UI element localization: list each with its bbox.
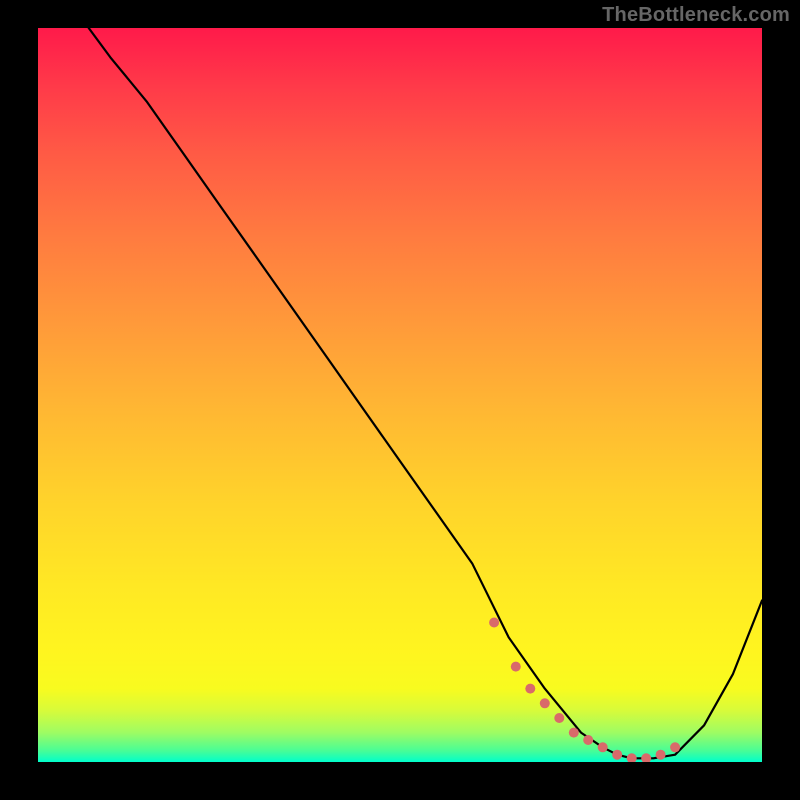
chart-frame: TheBottleneck.com: [0, 0, 800, 800]
optimal-marker: [511, 662, 521, 672]
optimal-marker: [598, 742, 608, 752]
plot-area: [38, 28, 762, 762]
optimal-marker: [612, 750, 622, 760]
optimal-marker: [583, 735, 593, 745]
optimal-range-markers: [489, 618, 680, 763]
optimal-marker: [525, 684, 535, 694]
optimal-marker: [670, 742, 680, 752]
curve-layer: [38, 28, 762, 762]
optimal-marker: [489, 618, 499, 628]
optimal-marker: [554, 713, 564, 723]
optimal-marker: [540, 698, 550, 708]
optimal-marker: [656, 750, 666, 760]
bottleneck-curve: [89, 28, 762, 758]
watermark-label: TheBottleneck.com: [602, 4, 790, 27]
optimal-marker: [641, 753, 651, 762]
optimal-marker: [569, 728, 579, 738]
optimal-marker: [627, 753, 637, 762]
